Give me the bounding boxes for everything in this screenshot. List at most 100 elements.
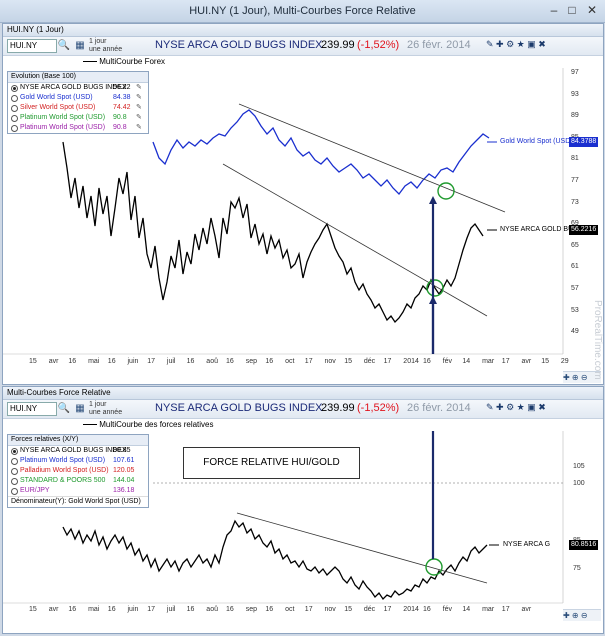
bottom-x-tick-5: juin: [127, 606, 139, 613]
top-legend-row[interactable]: Platinum World Spot (USD) 90.8 ✎: [8, 123, 148, 133]
window-title: HUI.NY (1 Jour), Multi-Courbes Force Rel…: [189, 5, 416, 17]
top-y-tick-2: 89: [571, 112, 579, 120]
bottom-symbol-input[interactable]: HUI.NY: [7, 402, 57, 416]
top-y-tick-8: 65: [571, 241, 579, 249]
top-chart-type-icon[interactable]: ▦: [73, 39, 87, 52]
top-x-tick-16: 15: [344, 358, 352, 365]
top-change: (-1,52%): [357, 39, 400, 51]
pencil-icon[interactable]: ✎: [136, 103, 142, 113]
bottom-toolbar: HUI.NY 🔍 ▦ 1 jour une année NYSE ARCA GO…: [3, 400, 603, 419]
top-legend-row[interactable]: Silver World Spot (USD) 74.42 ✎: [8, 103, 148, 113]
bottom-legend-header: Forces relatives (X/Y): [8, 435, 148, 446]
bottom-chart-type-icon[interactable]: ▦: [73, 402, 87, 415]
top-search-icon[interactable]: 🔍: [57, 39, 71, 52]
bottom-legend-row[interactable]: EUR/JPY 136.18: [8, 486, 148, 496]
bottom-legend: Forces relatives (X/Y) NYSE ARCA GOLD BU…: [7, 434, 149, 508]
top-legend-radio-3[interactable]: [11, 115, 18, 122]
bottom-legend-row[interactable]: NYSE ARCA GOLD BUGS INDEX 80.85: [8, 446, 148, 456]
bottom-search-icon[interactable]: 🔍: [57, 402, 71, 415]
top-legend-name-4: Platinum World Spot (USD): [20, 124, 106, 131]
bottom-x-tick-4: 16: [107, 606, 116, 613]
bottom-legend-row[interactable]: Platinum World Spot (USD) 107.61: [8, 456, 148, 466]
top-legend-value-2: 74.42: [113, 104, 131, 111]
top-legend-value-1: 84.38: [113, 94, 131, 101]
top-x-tick-8: 16: [186, 358, 195, 365]
top-legend-name-0: NYSE ARCA GOLD BUGS INDEX: [20, 84, 127, 91]
top-x-tick-20: 16: [423, 358, 431, 365]
bottom-x-tick-15: nov: [324, 606, 336, 613]
top-period-selector[interactable]: 1 jour une année: [89, 38, 122, 54]
bottom-legend-value-3: 144.04: [113, 477, 135, 484]
top-x-tick-3: mai: [88, 358, 100, 365]
bottom-date: 26 févr. 2014: [407, 402, 471, 414]
bottom-legend-radio-3[interactable]: [11, 478, 18, 485]
bottom-curve-label-text: MultiCourbe des forces relatives: [99, 420, 214, 429]
pencil-icon[interactable]: ✎: [136, 83, 142, 93]
bottom-period-selector[interactable]: 1 jour une année: [89, 401, 122, 417]
top-legend-row[interactable]: Gold World Spot (USD) 84.38 ✎: [8, 93, 148, 103]
top-period-line1: 1 jour: [89, 38, 107, 45]
bottom-period-line1: 1 jour: [89, 401, 107, 408]
bottom-legend-name-2: Palladium World Spot (USD): [20, 467, 109, 474]
bottom-ratio-series-line: [62, 519, 488, 601]
top-hui-value-tag: 56.2216: [569, 225, 599, 235]
bottom-zoom-controls[interactable]: ✚ ⊕ ⊖: [563, 609, 601, 621]
top-legend-radio-0[interactable]: [11, 85, 18, 92]
top-legend-row[interactable]: Platinum World Spot (USD) 90.8 ✎: [8, 113, 148, 123]
top-legend-name-3: Platinum World Spot (USD): [20, 114, 106, 121]
top-legend-value-4: 90.8: [113, 124, 127, 131]
bottom-toolbar-tools[interactable]: ✎ ✚ ⚙ ★ ▣ ✖: [486, 402, 546, 413]
top-y-tick-11: 53: [571, 306, 579, 314]
top-x-tick-1: avr: [48, 358, 59, 365]
bottom-legend-value-4: 136.18: [113, 487, 135, 494]
bottom-legend-radio-0[interactable]: [11, 448, 18, 455]
top-legend-name-1: Gold World Spot (USD): [20, 94, 93, 101]
top-x-tick-4: 16: [107, 358, 116, 365]
bottom-legend-radio-1[interactable]: [11, 458, 18, 465]
top-hui-series-line: [62, 141, 484, 324]
maximize-button[interactable]: □: [563, 2, 581, 18]
top-gold-breakout-circle: [437, 182, 455, 200]
bottom-x-tick-20: 16: [423, 606, 431, 613]
bottom-x-tick-10: 16: [226, 606, 234, 613]
bottom-period-line2: une année: [89, 409, 123, 416]
top-price: 239.99: [321, 39, 355, 51]
bottom-legend-row[interactable]: Palladium World Spot (USD) 120.05: [8, 466, 148, 476]
top-legend-row[interactable]: NYSE ARCA GOLD BUGS INDEX 56.22 ✎: [8, 83, 148, 93]
bottom-legend-radio-4[interactable]: [11, 488, 18, 495]
top-x-tick-12: 16: [265, 358, 274, 365]
bottom-legend-name-4: EUR/JPY: [20, 487, 50, 494]
top-arrow-upper-head: [429, 196, 437, 204]
bottom-x-tick-3: mai: [88, 606, 100, 613]
bottom-y-tick-3: 75: [573, 565, 581, 572]
top-symbol-input[interactable]: HUI.NY: [7, 39, 57, 53]
bottom-x-tick-14: 17: [304, 606, 313, 613]
watermark: ProRealTime.com: [592, 300, 603, 380]
bottom-x-tick-6: 17: [147, 606, 155, 613]
bottom-x-tick-11: sep: [245, 606, 257, 613]
top-x-tick-24: 17: [501, 358, 510, 365]
bottom-x-tick-2: 16: [68, 606, 77, 613]
top-toolbar-tools[interactable]: ✎ ✚ ⚙ ★ ▣ ✖: [486, 39, 546, 50]
bottom-x-tick-1: avr: [48, 606, 59, 613]
top-legend-radio-4[interactable]: [11, 125, 18, 132]
bottom-x-tick-21: fév: [442, 606, 453, 613]
top-x-tick-17: déc: [363, 358, 376, 365]
top-legend-value-3: 90.8: [113, 114, 127, 121]
top-y-tick-10: 57: [571, 285, 579, 292]
bottom-x-tick-23: mar: [482, 606, 495, 613]
pencil-icon[interactable]: ✎: [136, 93, 142, 103]
top-gold-label: Gold World Spot (USD): [500, 138, 573, 145]
bottom-x-tick-8: 16: [186, 606, 195, 613]
bottom-legend-radio-2[interactable]: [11, 468, 18, 475]
bottom-legend-name-1: Platinum World Spot (USD): [20, 457, 106, 464]
bottom-legend-value-1: 107.61: [113, 457, 135, 464]
minimize-button[interactable]: –: [545, 2, 563, 18]
pencil-icon[interactable]: ✎: [136, 123, 142, 133]
top-legend-radio-1[interactable]: [11, 95, 18, 102]
close-button[interactable]: ✕: [583, 2, 601, 18]
top-legend-radio-2[interactable]: [11, 105, 18, 112]
top-x-tick-0: 15: [29, 358, 37, 365]
bottom-legend-row[interactable]: STANDARD & POORS 500 144.04: [8, 476, 148, 486]
pencil-icon[interactable]: ✎: [136, 113, 142, 123]
